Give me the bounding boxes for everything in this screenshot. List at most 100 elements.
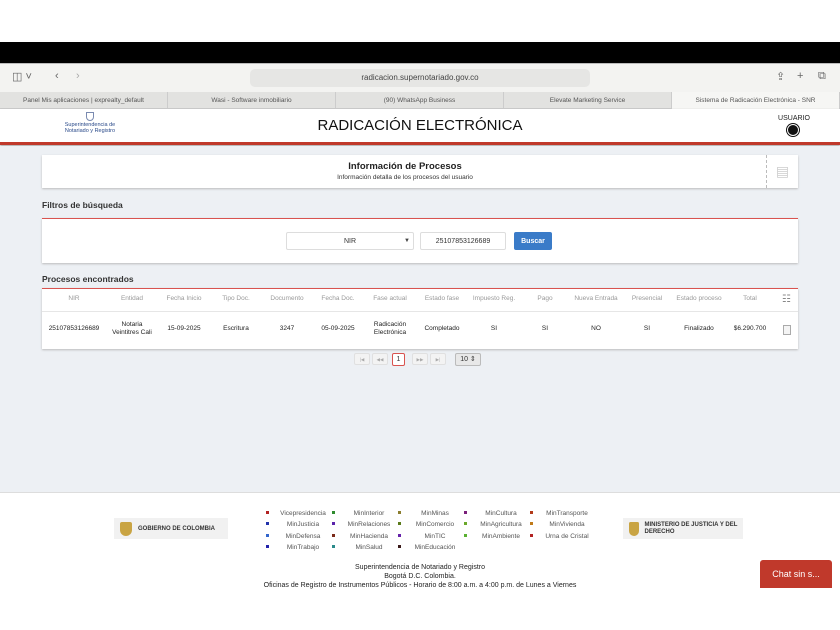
logo[interactable]: Superintendencia de Notariado y Registro (60, 122, 120, 134)
bullet-icon (266, 511, 269, 514)
sidebar-toggle-icon[interactable]: ◫ ˅ (12, 70, 32, 83)
browser-tab-active[interactable]: Sistema de Radicación Electrónica - SNR (672, 92, 840, 109)
browser-tab[interactable]: (90) WhatsApp Business (336, 92, 504, 109)
ministry-link[interactable]: MinDefensa (266, 533, 332, 540)
column-header[interactable]: Entidad (102, 295, 162, 302)
ministry-link[interactable]: Urna de Cristal (530, 533, 596, 540)
ministry-link[interactable]: MinEducación (398, 544, 464, 551)
gov-left-label: GOBIERNO DE COLOMBIA (138, 525, 216, 532)
bullet-icon (266, 522, 269, 525)
table-cells: NIR Entidad Fecha Inicio Tipo Doc. Documento… (0, 288, 840, 349)
columns-toggle-icon[interactable]: ☷ (782, 294, 791, 305)
ministry-label: MinDefensa (285, 533, 321, 540)
table-cell: Notaria Veintitres Cali (112, 321, 152, 336)
detail-icon[interactable] (783, 325, 791, 335)
bullet-icon (332, 534, 335, 537)
bullet-icon (464, 522, 467, 525)
search-button[interactable]: Buscar (514, 232, 552, 250)
browser-tab[interactable]: Elevate Marketing Service (504, 92, 672, 109)
bullet-icon (530, 534, 533, 537)
tab-bar: Panel Mis aplicaciones | exprealty_defau… (0, 92, 840, 109)
forward-icon[interactable]: › (76, 70, 80, 82)
ministry-link[interactable]: MinInterior (332, 510, 398, 517)
ministry-link[interactable]: MinMinas (398, 510, 464, 517)
ministry-label: MinEducación (414, 544, 456, 551)
url-text: radicacion.supernotariado.gov.co (361, 73, 479, 82)
last-page-button[interactable]: ▶| (430, 353, 446, 365)
chevron-down-icon: ▼ (404, 238, 410, 244)
ministry-link[interactable]: MinCultura (464, 510, 530, 517)
url-bar[interactable]: radicacion.supernotariado.gov.co (250, 69, 590, 87)
ministry-link[interactable]: MinAgricultura (464, 521, 530, 528)
coat-of-arms-icon (629, 521, 639, 536)
ministry-label: Urna de Cristal (545, 533, 589, 540)
first-page-button[interactable]: |◀ (354, 353, 370, 365)
ministry-label: MinAmbiente (482, 533, 520, 540)
info-subtitle: Información detalla de los procesos del … (337, 174, 473, 181)
ministry-label: MinTrabajo (286, 544, 320, 551)
gov-colombia-logo[interactable]: GOBIERNO DE COLOMBIA (114, 518, 228, 539)
filters-heading: Filtros de búsqueda (42, 200, 123, 210)
column-header[interactable]: NIR (44, 295, 104, 302)
bullet-icon (530, 522, 533, 525)
ministry-link[interactable]: MinHacienda (332, 533, 398, 540)
minjusticia-logo[interactable]: MINISTERIO DE JUSTICIA Y DEL DERECHO (623, 518, 743, 539)
ministry-label: MinTransporte (546, 510, 588, 517)
table-cell: Radicación Electrónica (373, 321, 407, 336)
column-header[interactable]: Presencial (617, 295, 677, 302)
ministry-link[interactable]: MinJusticia (266, 521, 332, 528)
ministry-link[interactable]: MinTransporte (530, 510, 596, 517)
ministry-link[interactable]: MinAmbiente (464, 533, 530, 540)
user-icon[interactable] (787, 124, 799, 136)
ministry-label: Vicepresidencia (280, 510, 326, 517)
filter-type-select[interactable]: NIR (286, 232, 414, 250)
ministry-label: MinHacienda (350, 533, 388, 540)
ministry-label: MinComercio (415, 521, 455, 528)
ministry-link[interactable]: MinTIC (398, 533, 464, 540)
info-title: Información de Procesos (348, 161, 462, 172)
column-header[interactable]: Fase actual (360, 295, 420, 302)
page-size-select[interactable]: 10 ⇕ (455, 353, 481, 366)
search-input[interactable]: 25107853126689 (420, 232, 506, 250)
chat-button[interactable]: Chat sin s... (760, 560, 832, 588)
column-header[interactable]: Total (720, 295, 780, 302)
back-icon[interactable]: ‹ (55, 70, 59, 82)
next-page-button[interactable]: ▶▶ (412, 353, 428, 365)
page-size-value: 10 (460, 356, 468, 363)
ministry-link[interactable]: MinComercio (398, 521, 464, 528)
bullet-icon (332, 545, 335, 548)
browser-tab[interactable]: Panel Mis aplicaciones | exprealty_defau… (0, 92, 168, 109)
table-icon: ▤ (766, 155, 798, 188)
ministry-link[interactable]: MinTrabajo (266, 544, 332, 551)
new-tab-icon[interactable]: + (797, 70, 803, 82)
snr-logo-icon (86, 112, 94, 121)
ministry-label: MinVivienda (549, 521, 585, 528)
prev-page-button[interactable]: ◀◀ (372, 353, 388, 365)
ministry-label: MinCultura (485, 510, 517, 517)
ministry-link[interactable]: MinSalud (332, 544, 398, 551)
bullet-icon (398, 534, 401, 537)
ministry-label: MinRelaciones (347, 521, 391, 528)
results-heading: Procesos encontrados (42, 274, 134, 284)
ministry-label: MinAgricultura (480, 521, 522, 528)
table-cell: 15-09-2025 (167, 325, 201, 332)
table-cell: $6.290.700 (733, 325, 767, 332)
browser-tab[interactable]: Wasi - Software inmobiliario (168, 92, 336, 109)
ministry-link[interactable]: MinVivienda (530, 521, 596, 528)
tabs-overview-icon[interactable]: ⧉ (818, 70, 826, 83)
ministry-link[interactable]: MinRelaciones (332, 521, 398, 528)
column-header[interactable]: Estado fase (412, 295, 472, 302)
column-header[interactable]: Fecha Inicio (154, 295, 214, 302)
share-icon[interactable]: ⇪ (776, 70, 785, 83)
bullet-icon (530, 511, 533, 514)
user-label[interactable]: USUARIO (772, 115, 816, 122)
table-cell: 25107853126689 (48, 325, 100, 332)
page-1-button[interactable]: 1 (392, 353, 405, 366)
ministry-link[interactable]: Vicepresidencia (266, 510, 332, 517)
gov-right-label: MINISTERIO DE JUSTICIA Y DEL DERECHO (644, 521, 738, 535)
table-cell: SI (643, 325, 651, 332)
info-card: Información de Procesos Información deta… (42, 155, 798, 188)
column-header[interactable]: Fecha Doc. (308, 295, 368, 302)
bullet-icon (332, 522, 335, 525)
bullet-icon (266, 545, 269, 548)
